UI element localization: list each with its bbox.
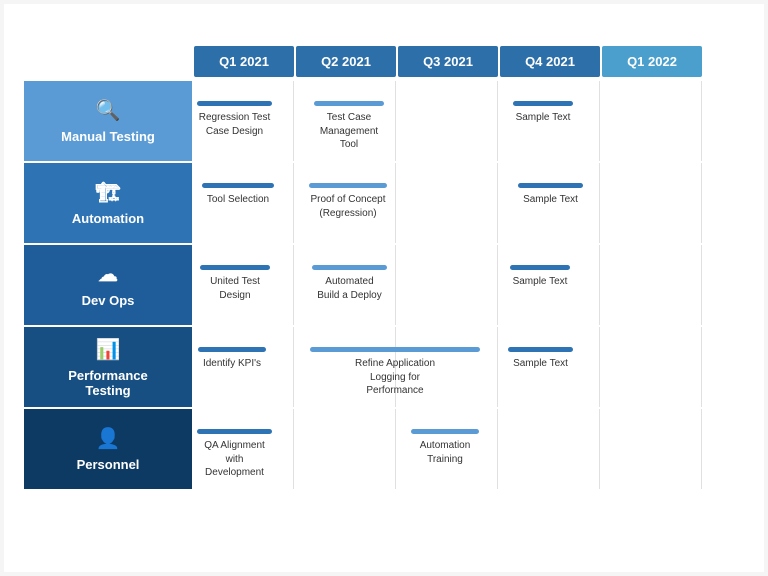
row-performance: 📊 PerformanceTesting Identify KPI's Refine … bbox=[24, 327, 744, 407]
task-performance-2: Sample Text bbox=[508, 347, 573, 371]
roadmap: Q1 2021Q2 2021Q3 2021Q4 2021Q1 2022 🔍 Man… bbox=[24, 46, 744, 489]
personnel-icon: 👤 bbox=[96, 426, 121, 451]
grid-cell-devops-4 bbox=[600, 245, 702, 325]
automation-label: Automation bbox=[72, 211, 144, 226]
task-label-devops-0: United TestDesign bbox=[210, 275, 260, 302]
grid-devops: United TestDesign AutomatedBuild a Deploy… bbox=[192, 245, 744, 325]
performance-icon: 📊 bbox=[96, 337, 121, 362]
grid-cell-devops-2 bbox=[396, 245, 498, 325]
task-label-manual-0: Regression TestCase Design bbox=[199, 111, 271, 138]
task-label-personnel-1: AutomationTraining bbox=[420, 439, 471, 466]
task-bar-automation-2 bbox=[518, 183, 583, 188]
task-bar-automation-1 bbox=[309, 183, 387, 188]
task-label-performance-2: Sample Text bbox=[513, 357, 568, 371]
task-label-automation-0: Tool Selection bbox=[207, 193, 269, 207]
task-performance-1: Refine Application Logging forPerformanc… bbox=[310, 347, 480, 398]
row-manual: 🔍 Manual Testing Regression TestCase Desig… bbox=[24, 81, 744, 161]
content-rows: 🔍 Manual Testing Regression TestCase Desig… bbox=[24, 81, 744, 489]
task-bar-automation-0 bbox=[202, 183, 274, 188]
task-bar-manual-2 bbox=[513, 101, 573, 106]
manual-icon: 🔍 bbox=[96, 98, 121, 123]
row-devops: ☁ Dev Ops United TestDesign AutomatedBuild … bbox=[24, 245, 744, 325]
task-devops-0: United TestDesign bbox=[200, 265, 270, 302]
devops-label: Dev Ops bbox=[82, 293, 135, 308]
task-bar-performance-1 bbox=[310, 347, 480, 352]
row-automation: 🏗 Automation Tool Selection Proof of Concep… bbox=[24, 163, 744, 243]
task-bar-devops-0 bbox=[200, 265, 270, 270]
manual-label: Manual Testing bbox=[61, 129, 155, 144]
quarter-header-1: Q2 2021 bbox=[296, 46, 396, 77]
task-bar-devops-1 bbox=[312, 265, 387, 270]
task-manual-2: Sample Text bbox=[513, 101, 573, 125]
task-automation-2: Sample Text bbox=[518, 183, 583, 207]
quarter-header-0: Q1 2021 bbox=[194, 46, 294, 77]
task-devops-2: Sample Text bbox=[510, 265, 570, 289]
grid-cell-personnel-3 bbox=[498, 409, 600, 489]
task-label-performance-1: Refine Application Logging forPerformanc… bbox=[350, 357, 440, 398]
task-automation-1: Proof of Concept(Regression) bbox=[309, 183, 387, 220]
task-label-manual-1: Test CaseManagement Tool bbox=[314, 111, 384, 152]
automation-icon: 🏗 bbox=[95, 180, 120, 205]
task-label-performance-0: Identify KPI's bbox=[203, 357, 261, 371]
task-automation-0: Tool Selection bbox=[202, 183, 274, 207]
task-manual-1: Test CaseManagement Tool bbox=[314, 101, 384, 152]
quarter-header-3: Q4 2021 bbox=[500, 46, 600, 77]
grid-manual: Regression TestCase Design Test CaseManag… bbox=[192, 81, 744, 161]
grid-personnel: QA Alignment withDevelopment AutomationTr… bbox=[192, 409, 744, 489]
quarter-header-2: Q3 2021 bbox=[398, 46, 498, 77]
personnel-label: Personnel bbox=[77, 457, 140, 472]
slide: Q1 2021Q2 2021Q3 2021Q4 2021Q1 2022 🔍 Man… bbox=[4, 4, 764, 572]
task-bar-personnel-1 bbox=[411, 429, 479, 434]
grid-automation: Tool Selection Proof of Concept(Regressio… bbox=[192, 163, 744, 243]
grid-performance: Identify KPI's Refine Application Logging… bbox=[192, 327, 744, 407]
label-automation: 🏗 Automation bbox=[24, 163, 192, 243]
task-performance-0: Identify KPI's bbox=[198, 347, 266, 371]
performance-label: PerformanceTesting bbox=[68, 368, 147, 398]
task-bar-manual-0 bbox=[197, 101, 272, 106]
task-label-manual-2: Sample Text bbox=[516, 111, 571, 125]
task-personnel-1: AutomationTraining bbox=[411, 429, 479, 466]
task-label-automation-2: Sample Text bbox=[523, 193, 578, 207]
header-row: Q1 2021Q2 2021Q3 2021Q4 2021Q1 2022 bbox=[194, 46, 744, 77]
task-label-automation-1: Proof of Concept(Regression) bbox=[310, 193, 385, 220]
task-bar-personnel-0 bbox=[197, 429, 272, 434]
task-label-devops-1: AutomatedBuild a Deploy bbox=[317, 275, 381, 302]
row-personnel: 👤 Personnel QA Alignment withDevelopment Au… bbox=[24, 409, 744, 489]
quarter-header-4: Q1 2022 bbox=[602, 46, 702, 77]
label-performance: 📊 PerformanceTesting bbox=[24, 327, 192, 407]
grid-cell-automation-4 bbox=[600, 163, 702, 243]
grid-cell-manual-2 bbox=[396, 81, 498, 161]
grid-cell-personnel-1 bbox=[294, 409, 396, 489]
task-bar-devops-2 bbox=[510, 265, 570, 270]
task-label-personnel-0: QA Alignment withDevelopment bbox=[197, 439, 272, 480]
task-devops-1: AutomatedBuild a Deploy bbox=[312, 265, 387, 302]
task-label-devops-2: Sample Text bbox=[513, 275, 568, 289]
task-bar-performance-2 bbox=[508, 347, 573, 352]
grid-cell-automation-2 bbox=[396, 163, 498, 243]
task-bar-performance-0 bbox=[198, 347, 266, 352]
label-manual: 🔍 Manual Testing bbox=[24, 81, 192, 161]
grid-cell-personnel-4 bbox=[600, 409, 702, 489]
task-personnel-0: QA Alignment withDevelopment bbox=[197, 429, 272, 480]
grid-cell-manual-4 bbox=[600, 81, 702, 161]
devops-icon: ☁ bbox=[98, 262, 118, 287]
grid-cell-performance-4 bbox=[600, 327, 702, 407]
task-manual-0: Regression TestCase Design bbox=[197, 101, 272, 138]
task-bar-manual-1 bbox=[314, 101, 384, 106]
label-personnel: 👤 Personnel bbox=[24, 409, 192, 489]
label-devops: ☁ Dev Ops bbox=[24, 245, 192, 325]
